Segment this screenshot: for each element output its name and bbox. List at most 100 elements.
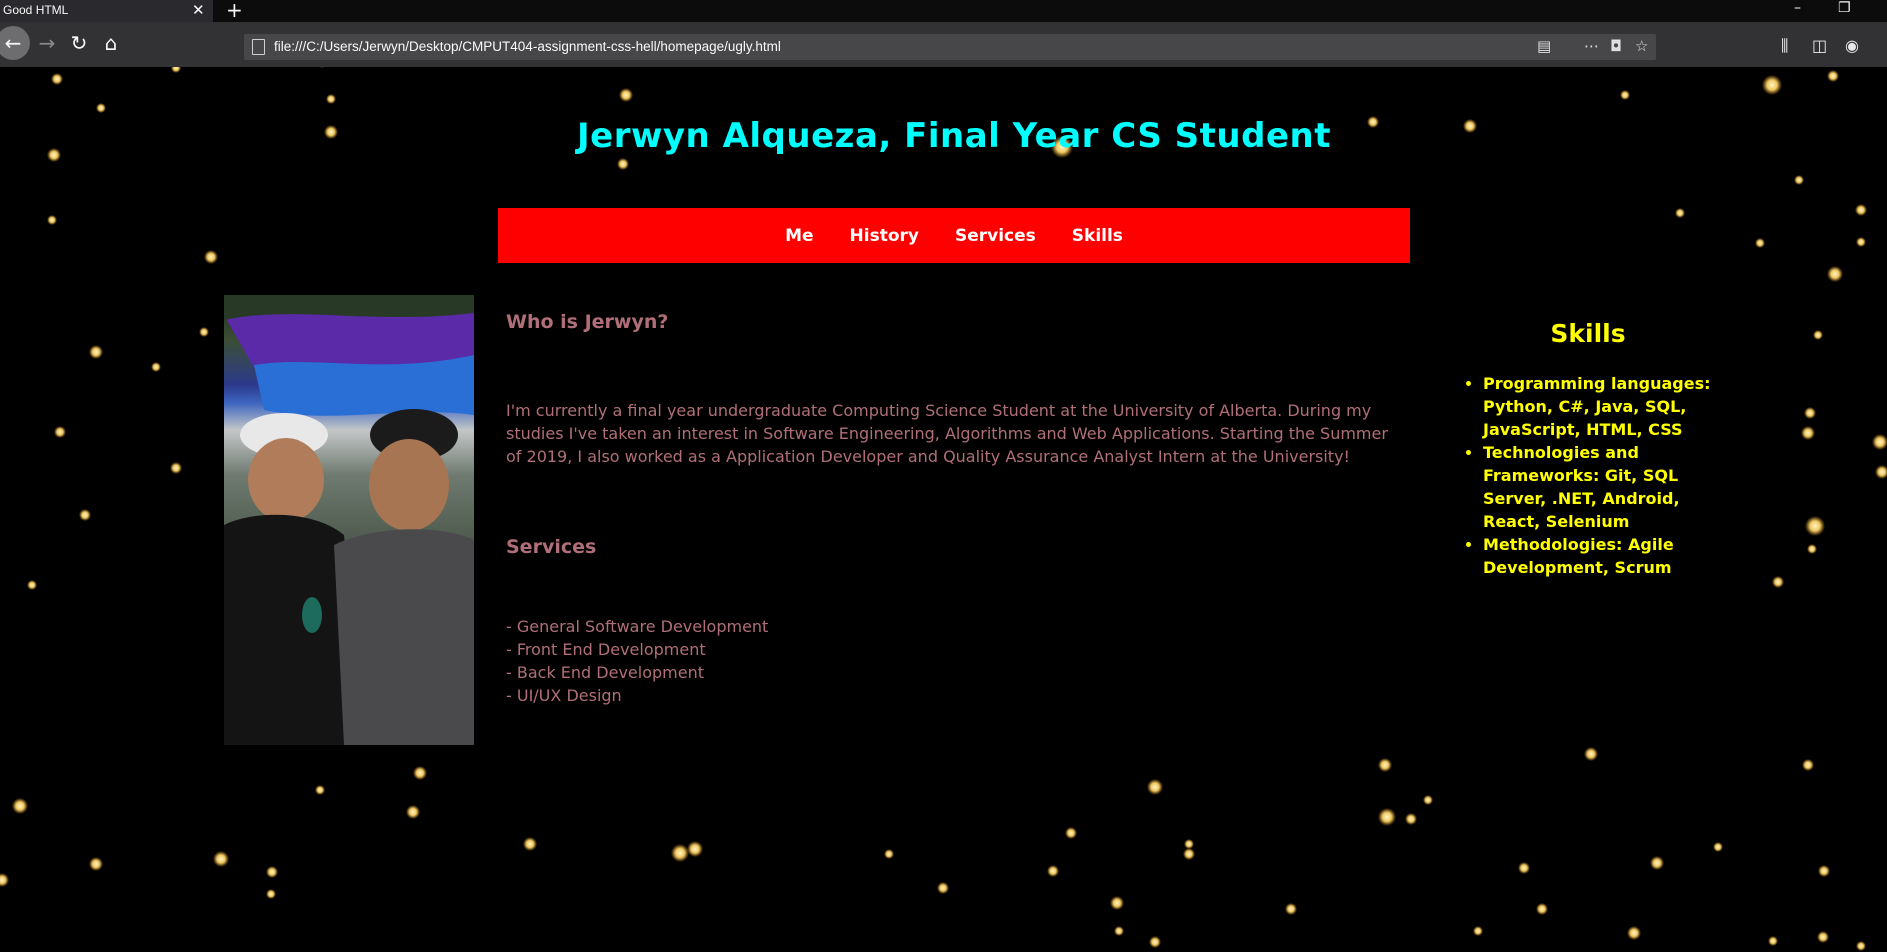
- star-decoration: [687, 841, 703, 857]
- star-decoration: [96, 103, 106, 113]
- about-heading: Who is Jerwyn?: [506, 311, 669, 333]
- star-decoration: [1065, 827, 1077, 839]
- skills-sidebar: Skills Programming languages: Python, C#…: [1465, 319, 1735, 579]
- star-decoration: [1110, 896, 1124, 910]
- star-decoration: [413, 766, 427, 780]
- star-decoration: [1856, 941, 1866, 951]
- nav-link-history[interactable]: History: [850, 226, 919, 246]
- list-item: Programming languages: Python, C#, Java,…: [1483, 372, 1735, 441]
- star-decoration: [204, 250, 218, 264]
- star-decoration: [1875, 465, 1887, 479]
- sidebar-icon[interactable]: ◫: [1812, 36, 1827, 55]
- star-decoration: [27, 580, 37, 590]
- reader-view-icon[interactable]: ▤: [1537, 37, 1551, 55]
- page-icon: [252, 39, 265, 55]
- star-decoration: [1149, 936, 1161, 948]
- star-decoration: [1584, 747, 1598, 761]
- star-decoration: [1285, 903, 1297, 915]
- star-decoration: [1473, 926, 1483, 936]
- nav-menu: Me History Services Skills: [498, 208, 1410, 263]
- star-decoration: [12, 798, 28, 814]
- star-decoration: [1804, 407, 1816, 419]
- star-decoration: [51, 73, 63, 85]
- list-item: Technologies and Frameworks: Git, SQL Se…: [1483, 441, 1735, 533]
- browser-tab[interactable]: Good HTML ✕: [0, 0, 213, 22]
- nav-link-me[interactable]: Me: [785, 226, 813, 246]
- star-decoration: [937, 882, 949, 894]
- profile-photo: [224, 295, 474, 745]
- main-content: Who is Jerwyn? I'm currently a final yea…: [506, 295, 1406, 707]
- star-decoration: [1620, 90, 1630, 100]
- star-decoration: [1762, 75, 1782, 95]
- address-bar[interactable]: file:///C:/Users/Jerwyn/Desktop/CMPUT404…: [244, 34, 1656, 60]
- star-decoration: [1114, 926, 1124, 936]
- skills-heading: Skills: [1550, 319, 1626, 348]
- star-decoration: [1713, 842, 1723, 852]
- star-decoration: [1768, 936, 1778, 946]
- star-decoration: [1802, 759, 1814, 771]
- page-actions-icon[interactable]: ⋯: [1584, 37, 1599, 55]
- pocket-icon[interactable]: ◘: [1610, 37, 1622, 55]
- star-decoration: [1807, 544, 1817, 554]
- list-item: Methodologies: Agile Development, Scrum: [1483, 533, 1735, 579]
- star-decoration: [266, 889, 276, 899]
- services-heading: Services: [506, 536, 597, 558]
- star-decoration: [89, 345, 103, 359]
- about-paragraph: I'm currently a final year undergraduate…: [506, 401, 1388, 466]
- star-decoration: [1627, 926, 1641, 940]
- webpage: Jerwyn Alqueza, Final Year CS Student Me…: [0, 67, 1887, 952]
- star-decoration: [1818, 865, 1830, 877]
- star-decoration: [1805, 516, 1825, 536]
- star-decoration: [1378, 808, 1396, 826]
- new-tab-icon[interactable]: +: [226, 0, 243, 22]
- star-decoration: [1405, 813, 1417, 825]
- star-decoration: [1827, 70, 1839, 82]
- star-decoration: [1801, 426, 1815, 440]
- star-decoration: [54, 426, 66, 438]
- star-decoration: [1872, 434, 1887, 450]
- star-decoration: [0, 873, 9, 887]
- url-text[interactable]: file:///C:/Users/Jerwyn/Desktop/CMPUT404…: [274, 39, 781, 54]
- star-decoration: [1518, 862, 1530, 874]
- star-decoration: [315, 785, 325, 795]
- minimize-icon[interactable]: –: [1794, 0, 1801, 16]
- back-icon[interactable]: ←: [0, 26, 30, 60]
- bookmark-star-icon[interactable]: ☆: [1635, 37, 1648, 55]
- star-decoration: [617, 158, 629, 170]
- list-item: - UI/UX Design: [506, 686, 622, 705]
- star-decoration: [1675, 208, 1685, 218]
- forward-icon[interactable]: →: [32, 28, 62, 58]
- nav-link-services[interactable]: Services: [955, 226, 1036, 246]
- star-decoration: [1183, 848, 1195, 860]
- reload-icon[interactable]: ↻: [64, 28, 94, 58]
- nav-link-skills[interactable]: Skills: [1072, 226, 1123, 246]
- tab-bar: Good HTML ✕ + – ❐: [0, 0, 1887, 22]
- star-decoration: [1147, 779, 1163, 795]
- star-decoration: [1772, 576, 1784, 588]
- star-decoration: [1423, 795, 1433, 805]
- star-decoration: [266, 866, 278, 878]
- star-decoration: [1856, 237, 1866, 247]
- star-decoration: [170, 462, 182, 474]
- star-decoration: [406, 805, 420, 819]
- star-decoration: [1827, 266, 1843, 282]
- account-icon[interactable]: ◉: [1845, 36, 1859, 55]
- page-title: Jerwyn Alqueza, Final Year CS Student: [577, 116, 1331, 156]
- close-tab-icon[interactable]: ✕: [192, 1, 205, 19]
- star-decoration: [89, 857, 103, 871]
- list-item: - Back End Development: [506, 663, 704, 682]
- star-decoration: [199, 327, 209, 337]
- services-list: - General Software Development - Front E…: [506, 615, 1406, 707]
- star-decoration: [316, 67, 328, 68]
- home-icon[interactable]: ⌂: [96, 28, 126, 58]
- star-decoration: [1650, 856, 1664, 870]
- star-decoration: [326, 94, 336, 104]
- star-decoration: [213, 851, 229, 867]
- star-decoration: [1794, 175, 1804, 185]
- star-decoration: [1855, 204, 1867, 216]
- library-icon[interactable]: ⫼: [1781, 36, 1788, 56]
- list-item: - Front End Development: [506, 640, 706, 659]
- star-decoration: [619, 88, 633, 102]
- restore-icon[interactable]: ❐: [1838, 0, 1851, 16]
- star-decoration: [1047, 865, 1059, 877]
